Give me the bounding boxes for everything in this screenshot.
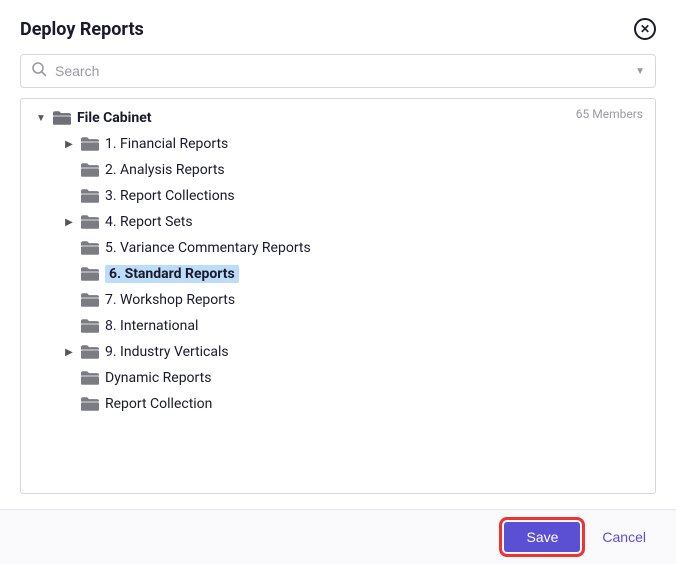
chevron-right-icon[interactable]: ▶ (63, 139, 75, 150)
deploy-reports-dialog: Deploy Reports ✕ ▼ 65 Members ▼ File Cabi… (0, 0, 676, 564)
search-container: ▼ (0, 48, 676, 98)
dialog-title: Deploy Reports (20, 19, 144, 40)
tree-node-label: Report Collection (105, 396, 212, 412)
chevron-down-icon[interactable]: ▼ (635, 66, 645, 77)
tree-node-label: 7. Workshop Reports (105, 292, 235, 308)
search-box[interactable]: ▼ (20, 54, 656, 88)
tree-node[interactable]: ▶ 9. Industry Verticals (27, 339, 649, 365)
close-icon: ✕ (640, 23, 650, 35)
tree-node[interactable]: 7. Workshop Reports (27, 287, 649, 313)
folder-icon (81, 319, 99, 333)
close-button[interactable]: ✕ (634, 18, 656, 40)
folder-icon (81, 293, 99, 307)
tree-node[interactable]: 3. Report Collections (27, 183, 649, 209)
members-count: 65 Members (576, 107, 643, 121)
search-icon (31, 61, 47, 81)
tree-node[interactable]: Dynamic Reports (27, 365, 649, 391)
folder-icon (81, 397, 99, 411)
tree-node-label: File Cabinet (77, 110, 152, 126)
tree-node-label: 1. Financial Reports (105, 136, 228, 152)
cancel-button[interactable]: Cancel (602, 529, 646, 545)
tree-node-label: Dynamic Reports (105, 370, 211, 386)
tree-root-node[interactable]: ▼ File Cabinet (27, 105, 649, 131)
tree-node[interactable]: 6. Standard Reports (27, 261, 649, 287)
folder-icon (81, 241, 99, 255)
tree-node-label: 9. Industry Verticals (105, 344, 229, 360)
chevron-right-icon[interactable]: ▶ (63, 217, 75, 228)
tree-node[interactable]: 2. Analysis Reports (27, 157, 649, 183)
tree-node-label: 4. Report Sets (105, 214, 193, 230)
dialog-header: Deploy Reports ✕ (0, 0, 676, 48)
chevron-down-icon[interactable]: ▼ (35, 113, 47, 124)
tree-node[interactable]: ▶ 4. Report Sets (27, 209, 649, 235)
folder-icon (81, 189, 99, 203)
chevron-right-icon[interactable]: ▶ (63, 347, 75, 358)
save-button[interactable]: Save (504, 522, 580, 552)
folder-icon (81, 267, 99, 281)
folder-icon (81, 215, 99, 229)
dialog-footer: Save Cancel (0, 509, 676, 564)
file-tree: ▼ File Cabinet ▶ 1. Financial Reports 2. Ana… (21, 99, 655, 425)
tree-node-label: 6. Standard Reports (105, 265, 239, 283)
search-input[interactable] (55, 63, 627, 79)
tree-panel: 65 Members ▼ File Cabinet ▶ 1. Financial Re… (20, 98, 656, 494)
folder-icon (81, 371, 99, 385)
tree-node-label: 3. Report Collections (105, 188, 235, 204)
tree-node[interactable]: 8. International (27, 313, 649, 339)
folder-icon (81, 137, 99, 151)
tree-node[interactable]: Report Collection (27, 391, 649, 417)
folder-icon (81, 163, 99, 177)
tree-node-label: 2. Analysis Reports (105, 162, 225, 178)
tree-node[interactable]: ▶ 1. Financial Reports (27, 131, 649, 157)
folder-icon (53, 111, 71, 125)
folder-icon (81, 345, 99, 359)
tree-node[interactable]: 5. Variance Commentary Reports (27, 235, 649, 261)
tree-node-label: 8. International (105, 318, 198, 334)
tree-node-label: 5. Variance Commentary Reports (105, 240, 311, 256)
